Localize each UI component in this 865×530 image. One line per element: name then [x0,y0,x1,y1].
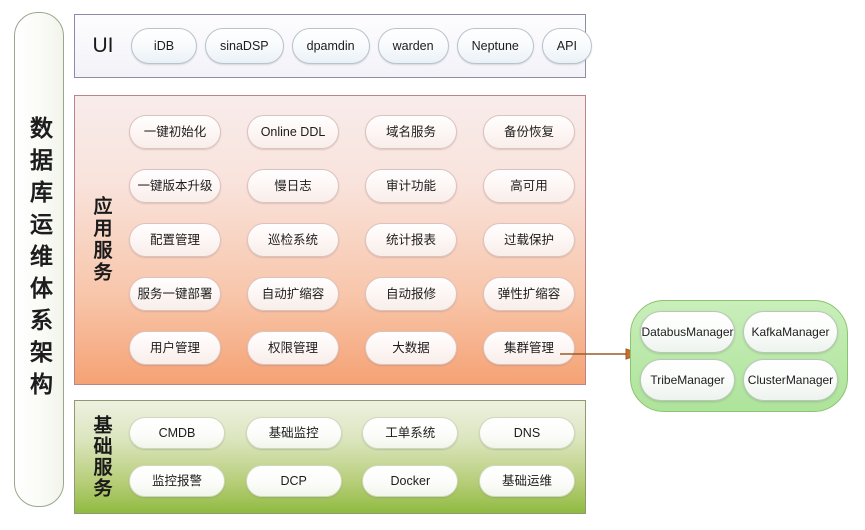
layer-application-services-label-text: 应用服务 [90,196,112,284]
architecture-diagram: 数据库运维体系架构 UI iDB sinaDSP dpamdin warden … [0,0,865,530]
diagram-title-text: 数据库运维体系架构 [26,115,53,404]
app-item-audit[interactable]: 审计功能 [365,169,457,203]
layer-base-services-label-text: 基础服务 [90,415,112,499]
cluster-item-kafka-manager-line1: Kafka [751,324,783,339]
layer-application-services-label: 应用服务 [75,96,127,384]
layer-application-services-grid: 一键初始化 Online DDL 域名服务 备份恢复 一键版本升级 慢日志 审计… [127,96,585,384]
app-item-config-management[interactable]: 配置管理 [129,223,221,257]
app-item-domain-service[interactable]: 域名服务 [365,115,457,149]
ui-item-api[interactable]: API [541,28,592,64]
app-item-big-data[interactable]: 大数据 [365,331,457,365]
cluster-row-1: Databus Manager Kafka Manager [640,311,838,353]
app-row-3: 配置管理 巡检系统 统计报表 过载保护 [129,223,575,257]
base-row-2: 监控报警 DCP Docker 基础运维 [129,465,575,497]
app-item-elastic-scaling[interactable]: 弹性扩缩容 [483,277,575,311]
base-item-dcp[interactable]: DCP [245,465,342,497]
app-item-backup-restore[interactable]: 备份恢复 [483,115,575,149]
app-item-one-click-init[interactable]: 一键初始化 [129,115,221,149]
layer-ui-items: iDB sinaDSP dpamdin warden Neptune API [131,15,600,77]
base-item-ticket-system[interactable]: 工单系统 [362,417,459,449]
layer-base-services: 基础服务 CMDB 基础监控 工单系统 DNS 监控报警 DCP Docker … [74,400,586,514]
app-item-cluster-management[interactable]: 集群管理 [483,331,575,365]
cluster-item-tribe-manager-line2: Manager [677,372,725,387]
app-item-overload-protection[interactable]: 过载保护 [483,223,575,257]
cluster-item-cluster-manager-line2: Manager [785,372,834,387]
layer-base-services-grid: CMDB 基础监控 工单系统 DNS 监控报警 DCP Docker 基础运维 [127,401,585,513]
layer-ui: UI iDB sinaDSP dpamdin warden Neptune AP… [74,14,592,78]
layer-ui-label: UI [92,34,114,57]
base-item-monitoring-alarm[interactable]: 监控报警 [129,465,225,497]
cluster-item-cluster-manager-line1: Cluster [747,372,786,387]
app-item-slow-log[interactable]: 慢日志 [247,169,339,203]
base-row-1: CMDB 基础监控 工单系统 DNS [129,417,575,449]
cluster-item-databus-manager-line1: Databus [641,324,687,339]
app-item-one-click-deploy[interactable]: 服务一键部署 [129,277,221,311]
ui-item-sinadsp[interactable]: sinaDSP [205,28,284,64]
app-item-statistics-report[interactable]: 统计报表 [365,223,457,257]
cluster-item-databus-manager-line2: Manager [686,324,734,339]
ui-item-warden[interactable]: warden [377,28,449,64]
ui-item-idb[interactable]: iDB [131,28,197,64]
ui-item-dpamdin[interactable]: dpamdin [291,28,370,64]
base-item-basic-monitoring[interactable]: 基础监控 [245,417,342,449]
diagram-title-capsule: 数据库运维体系架构 [14,12,64,507]
app-item-user-management[interactable]: 用户管理 [129,331,221,365]
cluster-item-kafka-manager-line2: Manager [782,324,830,339]
app-item-high-availability[interactable]: 高可用 [483,169,575,203]
app-row-5: 用户管理 权限管理 大数据 集群管理 [129,331,575,365]
base-item-basic-ops[interactable]: 基础运维 [478,465,575,497]
cluster-row-2: Tribe Manager Cluster Manager [640,359,838,401]
app-row-2: 一键版本升级 慢日志 审计功能 高可用 [129,169,575,203]
cluster-item-databus-manager[interactable]: Databus Manager [640,311,735,353]
layer-base-services-label: 基础服务 [75,401,127,513]
cluster-item-tribe-manager[interactable]: Tribe Manager [640,359,735,401]
app-item-inspection-system[interactable]: 巡检系统 [247,223,339,257]
app-item-auto-scaling[interactable]: 自动扩缩容 [247,277,339,311]
base-item-docker[interactable]: Docker [362,465,459,497]
app-item-one-click-version-upgrade[interactable]: 一键版本升级 [129,169,221,203]
cluster-item-tribe-manager-line1: Tribe [650,372,678,387]
app-row-4: 服务一键部署 自动扩缩容 自动报修 弹性扩缩容 [129,277,575,311]
cluster-item-cluster-manager[interactable]: Cluster Manager [743,359,838,401]
base-item-cmdb[interactable]: CMDB [129,417,225,449]
app-item-permission-management[interactable]: 权限管理 [247,331,339,365]
cluster-item-kafka-manager[interactable]: Kafka Manager [743,311,838,353]
cluster-manager-group: Databus Manager Kafka Manager Tribe Mana… [630,300,848,412]
app-row-1: 一键初始化 Online DDL 域名服务 备份恢复 [129,115,575,149]
ui-item-neptune[interactable]: Neptune [456,28,534,64]
app-item-online-ddl[interactable]: Online DDL [247,115,339,149]
app-item-auto-repair[interactable]: 自动报修 [365,277,457,311]
layer-application-services: 应用服务 一键初始化 Online DDL 域名服务 备份恢复 一键版本升级 慢… [74,95,586,385]
base-item-dns[interactable]: DNS [478,417,575,449]
